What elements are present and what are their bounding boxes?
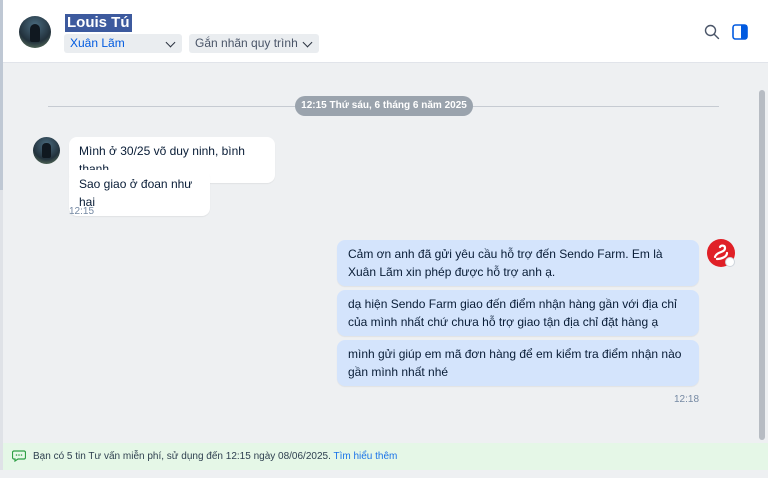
chevron-down-icon bbox=[302, 37, 313, 48]
chat-bubble-icon bbox=[12, 450, 26, 462]
assignee-dropdown[interactable]: Xuân Lãm bbox=[64, 34, 182, 53]
bottom-strip bbox=[0, 470, 768, 478]
banner-notice: Bạn có 5 tin Tư vấn miễn phí, sử dụng đế… bbox=[33, 451, 331, 462]
incoming-timestamp: 12:15 bbox=[69, 206, 95, 217]
free-consult-banner: Bạn có 5 tin Tư vấn miễn phí, sử dụng đế… bbox=[3, 443, 768, 470]
contact-avatar[interactable] bbox=[19, 16, 51, 48]
outgoing-message[interactable]: mình gửi giúp em mã đơn hàng để em kiểm … bbox=[337, 340, 699, 386]
date-divider: 12:15 Thứ sáu, 6 tháng 6 năm 2025 bbox=[295, 96, 473, 116]
side-panel-icon[interactable] bbox=[732, 24, 748, 40]
message-list: 12:15 Thứ sáu, 6 tháng 6 năm 2025 Mình ở… bbox=[3, 63, 755, 443]
verified-badge-icon bbox=[725, 257, 735, 267]
scrollbar[interactable] bbox=[759, 90, 765, 440]
contact-name[interactable]: Louis Tú bbox=[65, 14, 132, 32]
process-tag-label: Gắn nhãn quy trình bbox=[195, 36, 298, 50]
outgoing-message[interactable]: Cảm ơn anh đã gửi yêu cầu hỗ trợ đến Sen… bbox=[337, 240, 699, 286]
search-icon[interactable] bbox=[704, 24, 720, 40]
peer-avatar[interactable] bbox=[33, 137, 60, 164]
chevron-down-icon bbox=[165, 37, 176, 48]
outgoing-timestamp: 12:18 bbox=[674, 394, 700, 405]
assignee-label: Xuân Lãm bbox=[70, 36, 125, 50]
banner-text-wrap: Bạn có 5 tin Tư vấn miễn phí, sử dụng đế… bbox=[33, 443, 397, 470]
learn-more-link[interactable]: Tìm hiểu thêm bbox=[333, 451, 397, 462]
process-tag-dropdown[interactable]: Gắn nhãn quy trình bbox=[189, 34, 319, 53]
chat-header: Louis Tú Xuân Lãm Gắn nhãn quy trình bbox=[3, 0, 768, 63]
outgoing-message[interactable]: dạ hiện Sendo Farm giao đến điểm nhận hà… bbox=[337, 290, 699, 336]
